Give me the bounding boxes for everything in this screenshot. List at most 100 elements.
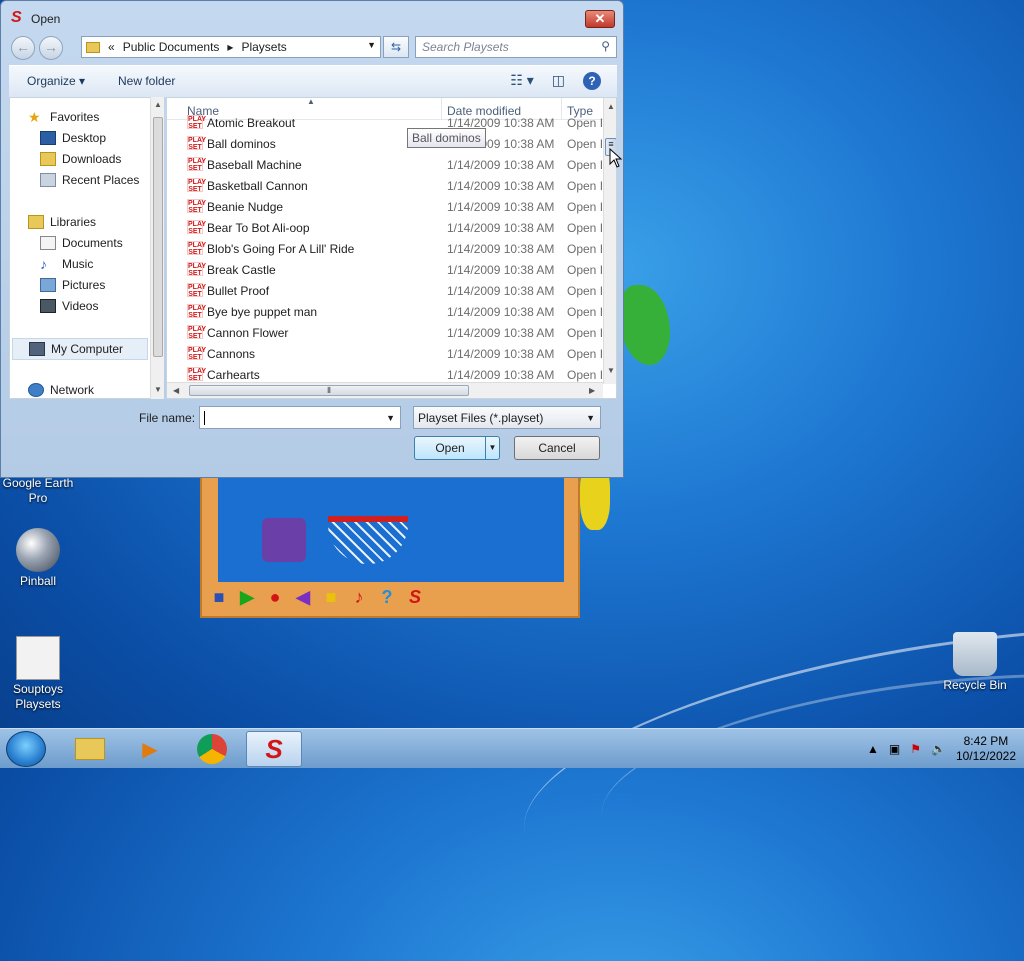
volume-icon[interactable]: 🔈 [931,742,946,756]
clock[interactable]: 8:42 PM 10/12/2022 [956,734,1016,764]
taskbar-media-player[interactable]: ▶ [122,731,178,767]
file-name: Blob's Going For A Lill' Ride [207,242,355,256]
back-button[interactable]: ← [11,36,35,60]
network-status-icon[interactable]: ▣ [889,742,900,756]
desktop-icon-google-earth[interactable]: Google Earth Pro [0,476,76,506]
file-row[interactable]: PLAY SET Basketball Cannon 1/14/2009 10:38… [167,175,603,196]
scroll-up-icon[interactable]: ▲ [607,102,615,111]
help-icon[interactable]: ? [376,586,398,608]
scroll-down-icon[interactable]: ▼ [154,385,162,394]
playset-file-icon: PLAY SET [187,220,207,235]
file-row[interactable]: PLAY SET Bye bye puppet man 1/14/2009 10:3… [167,301,603,322]
file-row[interactable]: PLAY SET Blob's Going For A Lill' Ride 1/1… [167,238,603,259]
open-button[interactable]: Open ▼ [414,436,500,460]
close-button[interactable]: ✕ [585,10,615,28]
file-row[interactable]: PLAY SET Break Castle 1/14/2009 10:38 AM Op… [167,259,603,280]
scroll-right-icon[interactable]: ▶ [589,386,595,395]
action-center-icon[interactable]: ⚑ [910,742,921,756]
playset-file-icon: PLAY SET [187,283,207,298]
desktop-icon-recycle-bin[interactable]: Recycle Bin [937,632,1013,693]
text-cursor [204,411,205,425]
pictures-icon [40,278,56,292]
file-row[interactable]: PLAY SET Bullet Proof 1/14/2009 10:38 AM Op… [167,280,603,301]
playset-file-icon: PLAY SET [187,304,207,319]
hydrant-tool-icon[interactable]: ■ [208,586,230,608]
file-type: Open I [567,116,603,130]
nav-libraries[interactable]: Libraries [28,215,96,229]
chevron-down-icon[interactable]: ▼ [586,413,595,423]
organize-button[interactable]: Organize ▾ [27,74,85,88]
scrollbar-thumb[interactable] [153,117,163,357]
taskbar-souptoys[interactable]: S [246,731,302,767]
nav-downloads[interactable]: Downloads [40,152,121,166]
address-bar[interactable]: « Public Documents ▸ Playsets ▼ [81,36,381,58]
nav-network[interactable]: Network [28,383,94,397]
file-list-horizontal-scrollbar[interactable]: ◀ ⦀ ▶ [167,382,603,398]
file-type: Open I [567,305,603,319]
preview-pane-icon[interactable]: ◫ [552,72,565,90]
search-input[interactable]: Search Playsets ⚲ [415,36,617,58]
show-hidden-icons-icon[interactable]: ▲ [867,742,879,756]
file-row[interactable]: PLAY SET Beanie Nudge 1/14/2009 10:38 AM Op… [167,196,603,217]
address-overflow-chevron[interactable]: « [108,40,115,54]
desktop-icon-souptoys[interactable]: Souptoys Playsets [0,636,76,712]
file-row[interactable]: PLAY SET Ball dominos 1/14/2009 10:38 AM Op… [167,133,603,154]
breadcrumb-playsets[interactable]: Playsets [241,40,286,54]
rewind-icon[interactable]: ◀ [292,586,314,608]
file-type-select[interactable]: Playset Files (*.playset) ▼ [413,406,601,429]
play-icon[interactable]: ▶ [236,586,258,608]
square-icon[interactable]: ■ [320,586,342,608]
search-icon[interactable]: ⚲ [601,39,610,53]
taskbar-chrome[interactable] [184,731,240,767]
scroll-down-icon[interactable]: ▼ [607,366,615,375]
nav-pictures[interactable]: Pictures [40,278,105,292]
open-split-dropdown[interactable]: ▼ [485,437,499,459]
music-icon[interactable]: ♪ [348,586,370,608]
nav-desktop[interactable]: Desktop [40,131,106,145]
desktop-icon-pinball[interactable]: Pinball [0,528,76,589]
chevron-down-icon[interactable]: ▼ [367,40,376,50]
nav-my-computer[interactable]: My Computer [12,338,148,360]
nav-recent-places[interactable]: Recent Places [40,173,139,187]
file-type: Open I [567,263,603,277]
file-name: Carhearts [207,368,260,382]
new-folder-button[interactable]: New folder [118,74,175,88]
file-row[interactable]: PLAY SET Baseball Machine 1/14/2009 10:38 … [167,154,603,175]
star-icon: ★ [28,109,41,125]
scroll-left-icon[interactable]: ◀ [173,386,179,395]
file-row[interactable]: PLAY SET Atomic Breakout 1/14/2009 10:38 A… [167,112,603,133]
nav-music[interactable]: ♪ Music [40,257,93,271]
nav-pane-scrollbar[interactable]: ▲ ▼ [150,97,164,399]
file-date: 1/14/2009 10:38 AM [447,305,555,319]
taskbar-explorer[interactable] [62,731,118,767]
recent-places-icon [40,173,56,187]
command-bar: Organize ▾ New folder ☷ ▾ ◫ ? [9,65,617,97]
help-icon[interactable]: ? [583,72,601,90]
souptoys-logo-icon: S [11,9,22,26]
file-name: Cannons [207,347,256,361]
start-button[interactable] [6,731,46,767]
forward-button[interactable]: → [39,36,63,60]
stop-icon[interactable]: ● [264,586,286,608]
file-row[interactable]: PLAY SET Cannon Flower 1/14/2009 10:38 AM O… [167,322,603,343]
nav-favorites[interactable]: ★ Favorites [28,110,99,124]
file-row[interactable]: PLAY SET Cannons 1/14/2009 10:38 AM Open I [167,343,603,364]
chevron-down-icon[interactable]: ▼ [386,413,395,423]
change-view-icon[interactable]: ☷ ▾ [510,72,533,90]
taskbar: ▶ S ▲ ▣ ⚑ 🔈 8:42 PM 10/12/2022 [0,728,1024,768]
file-row[interactable]: PLAY SET Bear To Bot Ali-oop 1/14/2009 10:… [167,217,603,238]
dialog-titlebar[interactable]: S Open ✕ [1,1,623,33]
nav-videos[interactable]: Videos [40,299,98,313]
file-list-vertical-scrollbar[interactable]: ▲ ≡ ▼ [603,98,616,384]
breadcrumb-public-documents[interactable]: Public Documents [123,40,220,54]
cancel-button[interactable]: Cancel [514,436,600,460]
souptoys-logo-icon[interactable]: S [404,586,426,608]
scroll-up-icon[interactable]: ▲ [154,100,162,109]
refresh-button[interactable]: ⇆ [383,36,409,58]
file-date: 1/14/2009 10:38 AM [447,347,555,361]
file-name-input[interactable]: ▼ [199,406,401,429]
folder-icon [75,738,105,760]
nav-documents[interactable]: Documents [40,236,123,250]
nav-label: Pictures [62,278,106,292]
scrollbar-thumb[interactable]: ⦀ [189,385,469,396]
